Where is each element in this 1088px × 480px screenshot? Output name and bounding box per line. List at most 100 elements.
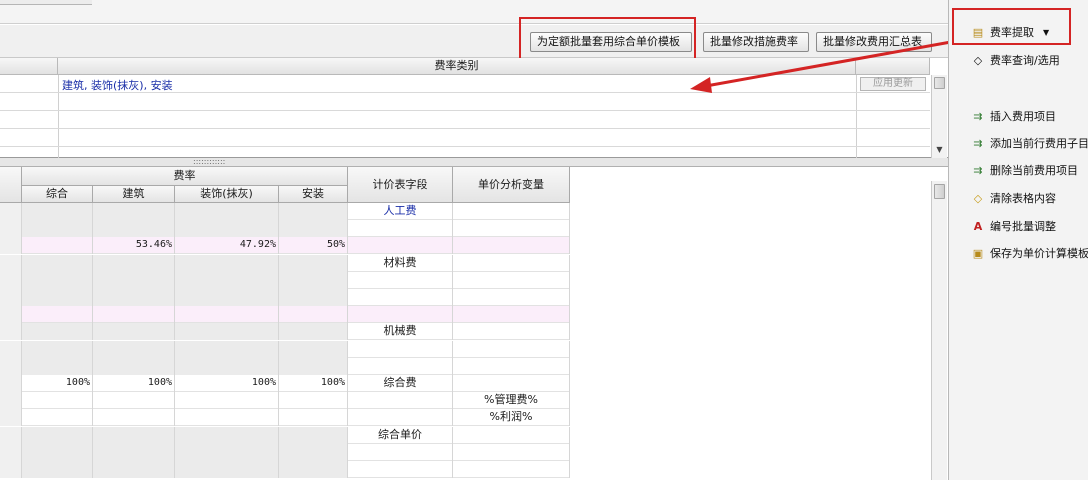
lower-scrollbar[interactable] [931, 181, 947, 480]
rate-cell[interactable] [22, 306, 93, 324]
table-row[interactable] [0, 271, 570, 289]
row-header-cell[interactable] [0, 392, 22, 410]
rate-cell[interactable] [279, 426, 348, 444]
rate-cell[interactable] [93, 443, 175, 461]
table-row[interactable]: %利润% [0, 409, 570, 427]
field-cell[interactable]: 综合费 [348, 375, 453, 392]
rate-cell[interactable] [22, 409, 93, 427]
rate-cell[interactable] [22, 340, 93, 358]
rate-cell[interactable] [93, 323, 175, 341]
field-cell[interactable] [348, 409, 453, 427]
rate-cell[interactable] [279, 409, 348, 427]
field-cell[interactable]: 机械费 [348, 323, 453, 341]
splitter-grip-icon[interactable]: :::::::::::: [193, 159, 229, 164]
rate-cell[interactable] [22, 426, 93, 444]
table-row[interactable] [0, 306, 570, 324]
variable-cell[interactable] [453, 357, 570, 375]
rate-cell[interactable] [175, 340, 279, 358]
rate-cell[interactable] [93, 461, 175, 478]
variable-cell[interactable] [453, 237, 570, 255]
field-cell[interactable]: 综合单价 [348, 426, 453, 444]
rate-cell[interactable] [279, 306, 348, 324]
row-header-cell[interactable] [0, 426, 22, 444]
rate-cell[interactable]: 100% [175, 375, 279, 392]
variable-cell[interactable] [453, 375, 570, 392]
table-row[interactable] [0, 443, 570, 461]
rate-cell[interactable] [22, 237, 93, 255]
rate-cell[interactable] [279, 443, 348, 461]
row-header-cell[interactable] [0, 306, 22, 324]
rate-cell[interactable] [279, 461, 348, 478]
rate-cell[interactable] [22, 254, 93, 272]
field-cell[interactable] [348, 220, 453, 238]
rate-cell[interactable]: 50% [279, 237, 348, 255]
table-row[interactable]: 综合单价 [0, 426, 570, 444]
rate-cell[interactable] [279, 289, 348, 306]
row-header-cell[interactable] [0, 254, 22, 272]
rate-cell[interactable] [279, 220, 348, 238]
rate-cell[interactable] [93, 220, 175, 238]
rate-cell[interactable] [22, 461, 93, 478]
table-row[interactable]: %管理费% [0, 392, 570, 410]
table-row[interactable]: 53.46% 47.92% 50% [0, 237, 570, 255]
row-header-cell[interactable] [0, 461, 22, 478]
row-header-cell[interactable] [0, 271, 22, 289]
field-cell[interactable] [348, 461, 453, 478]
rate-cell[interactable] [22, 392, 93, 410]
rate-cell[interactable] [22, 203, 93, 220]
rate-cell[interactable] [93, 357, 175, 375]
rate-cell[interactable] [93, 203, 175, 220]
field-cell[interactable] [348, 237, 453, 255]
rate-cell[interactable] [175, 203, 279, 220]
rate-cell[interactable] [279, 271, 348, 289]
rate-cell[interactable] [175, 306, 279, 324]
rate-cell[interactable] [175, 409, 279, 427]
field-cell[interactable] [348, 306, 453, 324]
field-cell[interactable]: 材料费 [348, 254, 453, 272]
rate-cell[interactable] [22, 271, 93, 289]
rate-cell[interactable] [93, 340, 175, 358]
rate-cell[interactable]: 53.46% [93, 237, 175, 255]
row-header-cell[interactable] [0, 409, 22, 427]
variable-cell[interactable] [453, 289, 570, 306]
variable-cell[interactable] [453, 254, 570, 272]
rate-cell[interactable]: 100% [279, 375, 348, 392]
rate-cell[interactable] [22, 443, 93, 461]
variable-cell[interactable] [453, 340, 570, 358]
table-row[interactable]: 机械费 [0, 323, 570, 341]
row-header-cell[interactable] [0, 237, 22, 255]
variable-cell[interactable] [453, 306, 570, 324]
table-row[interactable] [0, 357, 570, 375]
rate-cell[interactable]: 47.92% [175, 237, 279, 255]
field-cell[interactable] [348, 340, 453, 358]
variable-cell[interactable] [453, 323, 570, 341]
rate-cell[interactable] [175, 289, 279, 306]
rate-cell[interactable] [175, 392, 279, 410]
field-cell[interactable] [348, 271, 453, 289]
row-header-cell[interactable] [0, 220, 22, 238]
field-cell[interactable] [348, 357, 453, 375]
table-row[interactable]: 人工费 [0, 203, 570, 220]
variable-cell[interactable] [453, 426, 570, 444]
rate-cell[interactable] [93, 271, 175, 289]
rate-cell[interactable] [175, 443, 279, 461]
field-cell[interactable] [348, 289, 453, 306]
rate-cell[interactable] [93, 289, 175, 306]
variable-cell[interactable] [453, 203, 570, 220]
row-header-cell[interactable] [0, 289, 22, 306]
rate-cell[interactable] [279, 203, 348, 220]
table-row[interactable] [0, 289, 570, 306]
row-header-cell[interactable] [0, 357, 22, 375]
row-header-cell[interactable] [0, 340, 22, 358]
rate-cell[interactable] [93, 392, 175, 410]
fee-category-value[interactable]: 建筑, 装饰(抹灰), 安装 [62, 77, 173, 93]
rate-cell[interactable] [175, 271, 279, 289]
row-header-cell[interactable] [0, 375, 22, 392]
rate-cell[interactable] [93, 306, 175, 324]
row-header-cell[interactable] [0, 443, 22, 461]
variable-cell[interactable] [453, 443, 570, 461]
rate-cell[interactable] [175, 220, 279, 238]
rate-cell[interactable] [22, 357, 93, 375]
rate-cell[interactable] [175, 323, 279, 341]
variable-cell[interactable] [453, 220, 570, 238]
